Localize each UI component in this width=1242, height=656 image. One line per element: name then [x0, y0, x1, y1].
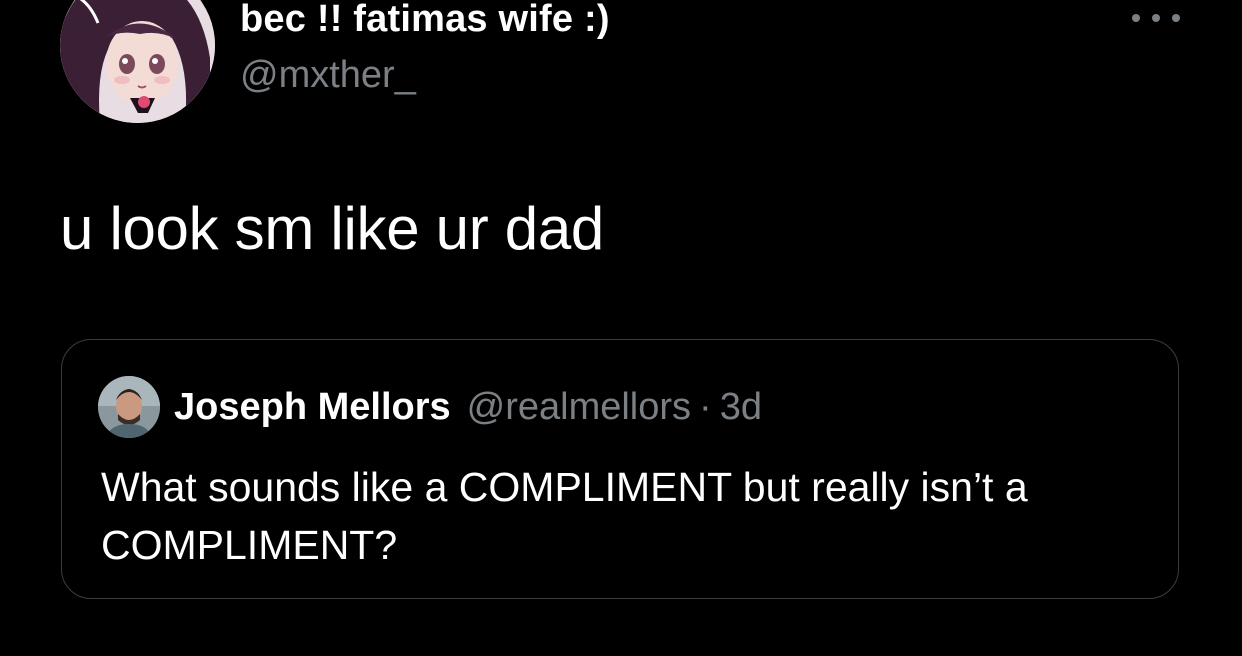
more-dot [1152, 14, 1160, 22]
user-photo-avatar-icon [98, 376, 160, 438]
quoted-tweet-text: What sounds like a COMPLIMENT but really… [101, 464, 1028, 568]
quoted-author-handle[interactable]: @realmellors [467, 386, 691, 429]
author-display-name[interactable]: bec !! fatimas wife :) [240, 0, 610, 42]
author-avatar[interactable] [60, 0, 215, 123]
more-dot [1172, 14, 1180, 22]
more-dot [1132, 14, 1140, 22]
header-separator: · [699, 385, 712, 428]
anime-avatar-icon [60, 0, 215, 123]
tweet-text: u look sm like ur dad [60, 195, 604, 262]
more-options-icon[interactable] [1132, 8, 1180, 28]
quoted-tweet-card[interactable]: Joseph Mellors @realmellors · 3d What so… [61, 339, 1179, 599]
quoted-author-avatar[interactable] [98, 376, 160, 438]
author-handle[interactable]: @mxther_ [240, 52, 416, 98]
quoted-tweet-header: Joseph Mellors @realmellors · 3d [98, 376, 762, 438]
quoted-author-display-name[interactable]: Joseph Mellors [174, 386, 451, 429]
quoted-tweet-timestamp[interactable]: 3d [720, 386, 762, 429]
